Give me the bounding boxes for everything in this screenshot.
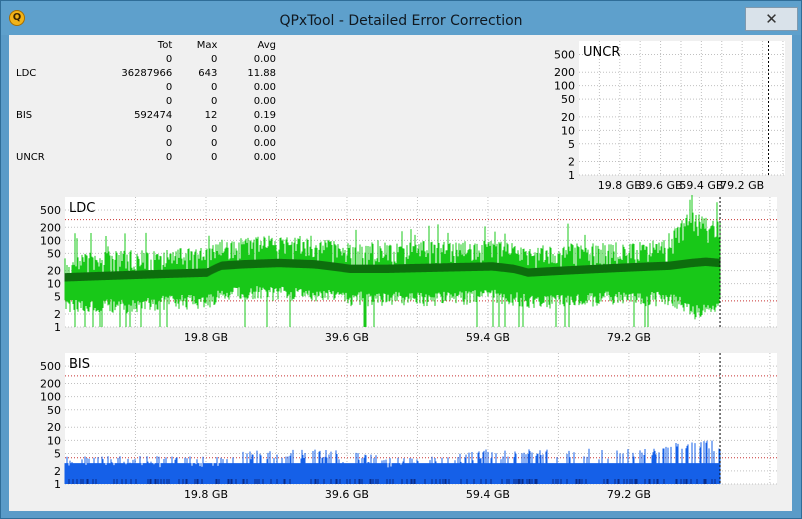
ldc-y-tick-label: 1 xyxy=(54,321,61,334)
bis-x-tick-label: 39.6 GB xyxy=(325,488,369,501)
bis-x-tick-label: 19.8 GB xyxy=(184,488,228,501)
stats-row: 0 0 0.00 xyxy=(13,123,279,137)
bis-chart: 500 20010050 20105 21 19.8 GB 39.6 GB 59.4 GB 7… xyxy=(25,351,781,503)
stats-row-label xyxy=(13,95,79,109)
uncr-chart-title: UNCR xyxy=(583,45,620,60)
ldc-y-tick-label: 100 xyxy=(40,234,61,247)
uncr-y-tick-label: 50 xyxy=(561,93,575,106)
uncr-y-tick-label: 1 xyxy=(568,169,575,182)
uncr-x-tick-label: 39.6 GB xyxy=(639,179,683,192)
stats-header-row: Tot Max Avg xyxy=(13,39,279,53)
bis-y-tick-label: 20 xyxy=(47,421,61,434)
bis-y-tick-label: 500 xyxy=(40,360,61,373)
ldc-chart: 500 20010050 20105 21 19.8 GB 39.6 GB 59.4 GB 7… xyxy=(25,195,781,345)
stats-header-avg: Avg xyxy=(257,40,276,51)
ldc-y-tick-label: 2 xyxy=(54,308,61,321)
close-button[interactable]: ✕ xyxy=(745,7,798,31)
stats-max: 12 xyxy=(204,110,218,121)
ldc-x-tick-label: 59.4 GB xyxy=(466,331,510,344)
stats-row: BIS 592474 12 0.19 xyxy=(13,109,279,123)
stats-avg: 0.00 xyxy=(253,124,276,135)
stats-tot: 0 xyxy=(165,54,173,65)
stats-avg: 11.88 xyxy=(247,68,276,79)
ldc-y-tick-label: 50 xyxy=(47,247,61,260)
bis-y-tick-label: 200 xyxy=(40,378,61,391)
bis-y-tick-label: 100 xyxy=(40,391,61,404)
stats-row: 0 0 0.00 xyxy=(13,95,279,109)
bis-chart-title: BIS xyxy=(69,357,90,372)
ldc-y-tick-label: 200 xyxy=(40,221,61,234)
bis-y-tick-label: 1 xyxy=(54,478,61,491)
ldc-chart-title: LDC xyxy=(69,201,95,216)
stats-avg: 0.00 xyxy=(253,96,276,107)
uncr-y-tick-label: 200 xyxy=(554,66,575,79)
stats-row-label xyxy=(13,123,79,137)
stats-row-label: UNCR xyxy=(16,152,45,163)
stats-header-label xyxy=(13,39,79,53)
stats-row: UNCR 0 0 0.00 xyxy=(13,151,279,165)
stats-row-label: LDC xyxy=(16,68,37,79)
stats-row-label xyxy=(13,137,79,151)
stats-row: 0 0 0.00 xyxy=(13,81,279,95)
stats-tot: 0 xyxy=(165,82,173,93)
stats-row-label xyxy=(13,81,79,95)
stats-tot: 0 xyxy=(165,152,173,163)
stats-tot: 36287966 xyxy=(121,68,173,79)
uncr-y-tick-label: 2 xyxy=(568,156,575,169)
uncr-x-tick-label: 79.2 GB xyxy=(720,179,764,192)
stats-max: 0 xyxy=(211,54,218,65)
ldc-x-tick-label: 79.2 GB xyxy=(607,331,651,344)
bis-y-tick-label: 50 xyxy=(47,404,61,417)
bis-y-tick-label: 2 xyxy=(54,465,61,478)
stats-row-label xyxy=(13,53,79,67)
stats-tot: 0 xyxy=(165,124,173,135)
window-title: QPxTool - Detailed Error Correction xyxy=(279,13,523,29)
ldc-x-tick-label: 19.8 GB xyxy=(184,331,228,344)
uncr-plot-area xyxy=(579,41,785,175)
client-area: Tot Max Avg 0 0 0.00 LDC 36287966 643 11.88 0… xyxy=(9,35,792,511)
stats-max: 0 xyxy=(211,138,218,149)
uncr-x-tick-label: 19.8 GB xyxy=(598,179,642,192)
ldc-y-tick-label: 500 xyxy=(40,204,61,217)
stats-max: 643 xyxy=(198,68,218,79)
uncr-y-tick-label: 500 xyxy=(554,48,575,61)
stats-header-tot: Tot xyxy=(157,40,173,51)
bis-y-tick-label: 10 xyxy=(47,434,61,447)
uncr-y-tick-label: 5 xyxy=(568,138,575,151)
stats-header-max: Max xyxy=(196,40,218,51)
stats-max: 0 xyxy=(211,152,218,163)
ldc-y-tick-label: 5 xyxy=(54,291,61,304)
stats-row: LDC 36287966 643 11.88 xyxy=(13,67,279,81)
stats-max: 0 xyxy=(211,82,218,93)
stats-tot: 0 xyxy=(165,138,173,149)
stats-row: 0 0 0.00 xyxy=(13,53,279,67)
stats-max: 0 xyxy=(211,96,218,107)
ldc-x-tick-label: 39.6 GB xyxy=(325,331,369,344)
stats-table: Tot Max Avg 0 0 0.00 LDC 36287966 643 11.88 0… xyxy=(13,39,279,165)
bis-x-tick-label: 59.4 GB xyxy=(466,488,510,501)
uncr-x-tick-label: 59.4 GB xyxy=(679,179,723,192)
app-window: Q QPxTool - Detailed Error Correction ✕ … xyxy=(0,0,802,519)
ldc-y-tick-label: 10 xyxy=(47,278,61,291)
uncr-y-tick-label: 100 xyxy=(554,80,575,93)
bis-x-tick-label: 79.2 GB xyxy=(607,488,651,501)
uncr-y-tick-label: 20 xyxy=(561,111,575,124)
stats-row-label: BIS xyxy=(16,110,33,121)
stats-row: 0 0 0.00 xyxy=(13,137,279,151)
stats-avg: 0.00 xyxy=(253,138,276,149)
stats-avg: 0.00 xyxy=(253,82,276,93)
stats-avg: 0.00 xyxy=(253,54,276,65)
stats-tot: 592474 xyxy=(134,110,173,121)
title-bar[interactable]: Q QPxTool - Detailed Error Correction ✕ xyxy=(1,1,801,35)
uncr-chart: 500 20010050 20105 21 19.8 GB39.6 GB59.4 GB7… xyxy=(539,39,789,195)
bis-y-tick-label: 5 xyxy=(54,447,61,460)
stats-avg: 0.00 xyxy=(253,152,276,163)
ldc-y-tick-label: 20 xyxy=(47,265,61,278)
stats-avg: 0.19 xyxy=(253,110,276,121)
stats-max: 0 xyxy=(211,124,218,135)
stats-tot: 0 xyxy=(165,96,173,107)
uncr-y-tick-label: 10 xyxy=(561,124,575,137)
